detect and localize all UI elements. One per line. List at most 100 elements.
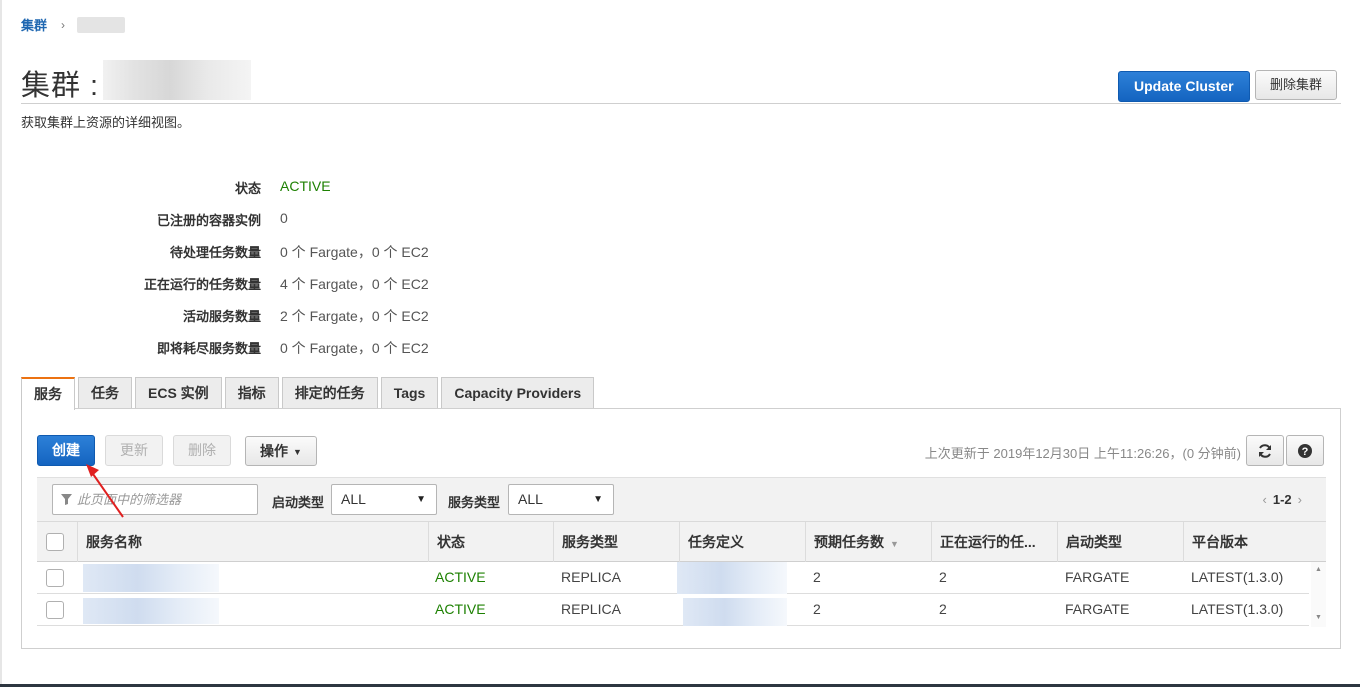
tab-tasks[interactable]: 任务 <box>78 377 132 409</box>
update-cluster-button[interactable]: Update Cluster <box>1118 71 1250 102</box>
page-header: 集群 : Update Cluster 删除集群 <box>21 60 1341 104</box>
row-checkbox[interactable] <box>46 601 64 619</box>
select-all-checkbox[interactable] <box>46 533 64 551</box>
column-header-task-definition[interactable]: 任务定义 <box>679 522 805 562</box>
page-range: 1-2 <box>1272 492 1292 507</box>
detail-draining-services: 即将耗尽服务数量 0 个 Fargate，0 个 EC2 <box>0 338 600 362</box>
caret-down-icon: ▼ <box>593 494 603 505</box>
detail-label: 状态 <box>234 181 261 196</box>
row-desired-tasks: 2 <box>813 569 821 585</box>
services-panel: 创建 更新 删除 操作 ▼ 上次更新于 2019年12月30日 上午11:26:2… <box>21 408 1341 649</box>
detail-label: 活动服务数量 <box>182 309 261 324</box>
scroll-up-icon[interactable]: ▲ <box>1315 566 1322 573</box>
detail-label: 即将耗尽服务数量 <box>156 341 261 356</box>
tab-services[interactable]: 服务 <box>21 377 75 410</box>
task-definition-redacted[interactable] <box>677 562 787 594</box>
column-header-status[interactable]: 状态 <box>428 522 553 562</box>
row-checkbox[interactable] <box>46 569 64 587</box>
table-row[interactable]: ACTIVE REPLICA 2 2 FARGATE LATEST(1.3.0) <box>37 562 1309 594</box>
task-definition-redacted[interactable] <box>683 598 787 626</box>
detail-running-tasks: 正在运行的任务数量 4 个 Fargate，0 个 EC2 <box>0 274 600 298</box>
row-platform-version: LATEST(1.3.0) <box>1191 569 1284 585</box>
cluster-tabs: 服务 任务 ECS 实例 指标 排定的任务 Tags Capacity Prov… <box>21 377 597 410</box>
pagination: ‹ 1-2 › <box>1257 492 1308 507</box>
detail-active-services: 活动服务数量 2 个 Fargate，0 个 EC2 <box>0 306 600 330</box>
service-type-value: ALL <box>518 491 543 507</box>
detail-value: 2 个 Fargate，0 个 EC2 <box>280 308 429 324</box>
sort-down-icon: ▼ <box>890 539 899 549</box>
breadcrumb-separator: › <box>61 17 66 32</box>
help-button[interactable]: ? <box>1286 435 1324 466</box>
delete-service-button[interactable]: 删除 <box>173 435 231 466</box>
detail-value: ACTIVE <box>280 178 331 194</box>
detail-status: 状态 ACTIVE <box>0 178 600 202</box>
column-header-launch-type[interactable]: 启动类型 <box>1057 522 1183 562</box>
filter-icon <box>61 494 72 505</box>
last-updated-text: 上次更新于 2019年12月30日 上午11:26:26，(0 分钟前) <box>924 446 1241 461</box>
column-header-service-type[interactable]: 服务类型 <box>553 522 679 562</box>
caret-down-icon: ▼ <box>416 494 426 505</box>
detail-registered-instances: 已注册的容器实例 0 <box>0 210 600 234</box>
service-type-select[interactable]: ALL ▼ <box>508 484 614 515</box>
filter-bar: 启动类型 ALL ▼ 服务类型 ALL ▼ ‹ 1-2 › <box>37 477 1326 521</box>
launch-type-select[interactable]: ALL ▼ <box>331 484 437 515</box>
page-title: 集群 : <box>21 70 100 102</box>
launch-type-label: 启动类型 <box>272 495 325 510</box>
update-service-button[interactable]: 更新 <box>105 435 163 466</box>
cluster-name-redacted <box>103 60 251 100</box>
launch-type-value: ALL <box>341 491 366 507</box>
filter-search-input[interactable] <box>75 491 250 508</box>
next-page-icon[interactable]: › <box>1298 492 1302 507</box>
row-service-type: REPLICA <box>561 569 621 585</box>
detail-label: 正在运行的任务数量 <box>143 277 261 292</box>
row-running-tasks: 2 <box>939 601 947 617</box>
detail-value: 0 <box>280 210 288 226</box>
breadcrumb: 集群 › <box>21 15 126 34</box>
tab-tags[interactable]: Tags <box>380 377 439 409</box>
column-header-running-tasks[interactable]: 正在运行的任... <box>931 522 1057 562</box>
service-name-redacted[interactable] <box>83 564 219 592</box>
detail-value: 0 个 Fargate，0 个 EC2 <box>280 340 429 356</box>
detail-label: 待处理任务数量 <box>169 245 261 260</box>
column-header-service-name[interactable]: 服务名称 <box>77 522 428 562</box>
services-table-header: 服务名称 状态 服务类型 任务定义 预期任务数 ▼ 正在运行的任... 启动类型 … <box>37 521 1326 562</box>
row-desired-tasks: 2 <box>813 601 821 617</box>
breadcrumb-clusters-link[interactable]: 集群 <box>21 15 47 34</box>
service-name-redacted[interactable] <box>83 598 219 624</box>
breadcrumb-cluster-name-redacted <box>77 16 126 33</box>
page-subtitle: 获取集群上资源的详细视图。 <box>21 115 191 130</box>
create-service-button[interactable]: 创建 <box>37 435 95 466</box>
row-service-type: REPLICA <box>561 601 621 617</box>
row-launch-type: FARGATE <box>1065 601 1130 617</box>
tab-scheduled-tasks[interactable]: 排定的任务 <box>281 377 378 409</box>
actions-label: 操作 <box>260 443 289 459</box>
prev-page-icon[interactable]: ‹ <box>1263 492 1267 507</box>
row-launch-type: FARGATE <box>1065 569 1130 585</box>
actions-dropdown[interactable]: 操作 ▼ <box>245 436 317 466</box>
desired-tasks-label: 预期任务数 <box>814 534 884 550</box>
tab-capacity-providers[interactable]: Capacity Providers <box>441 377 595 409</box>
scroll-down-icon[interactable]: ▼ <box>1315 614 1322 621</box>
detail-pending-tasks: 待处理任务数量 0 个 Fargate，0 个 EC2 <box>0 242 600 266</box>
detail-label: 已注册的容器实例 <box>156 213 261 228</box>
caret-down-icon: ▼ <box>293 446 302 457</box>
service-type-label: 服务类型 <box>448 495 501 510</box>
filter-search[interactable] <box>52 484 258 515</box>
column-header-desired-tasks[interactable]: 预期任务数 ▼ <box>805 522 931 562</box>
row-status: ACTIVE <box>435 569 486 585</box>
detail-value: 0 个 Fargate，0 个 EC2 <box>280 244 429 260</box>
table-row[interactable]: ACTIVE REPLICA 2 2 FARGATE LATEST(1.3.0) <box>37 594 1309 626</box>
refresh-button[interactable] <box>1246 435 1284 466</box>
delete-cluster-button[interactable]: 删除集群 <box>1255 70 1338 100</box>
svg-text:?: ? <box>1302 446 1309 458</box>
help-icon: ? <box>1298 443 1312 458</box>
refresh-icon <box>1259 443 1271 458</box>
tab-metrics[interactable]: 指标 <box>224 377 279 409</box>
row-status: ACTIVE <box>435 601 486 617</box>
column-header-platform-version[interactable]: 平台版本 <box>1183 522 1309 562</box>
detail-value: 4 个 Fargate，0 个 EC2 <box>280 276 429 292</box>
row-running-tasks: 2 <box>939 569 947 585</box>
table-scrollbar[interactable]: ▲ ▼ <box>1311 562 1326 627</box>
tab-ecs-instances[interactable]: ECS 实例 <box>135 377 222 409</box>
row-platform-version: LATEST(1.3.0) <box>1191 601 1284 617</box>
